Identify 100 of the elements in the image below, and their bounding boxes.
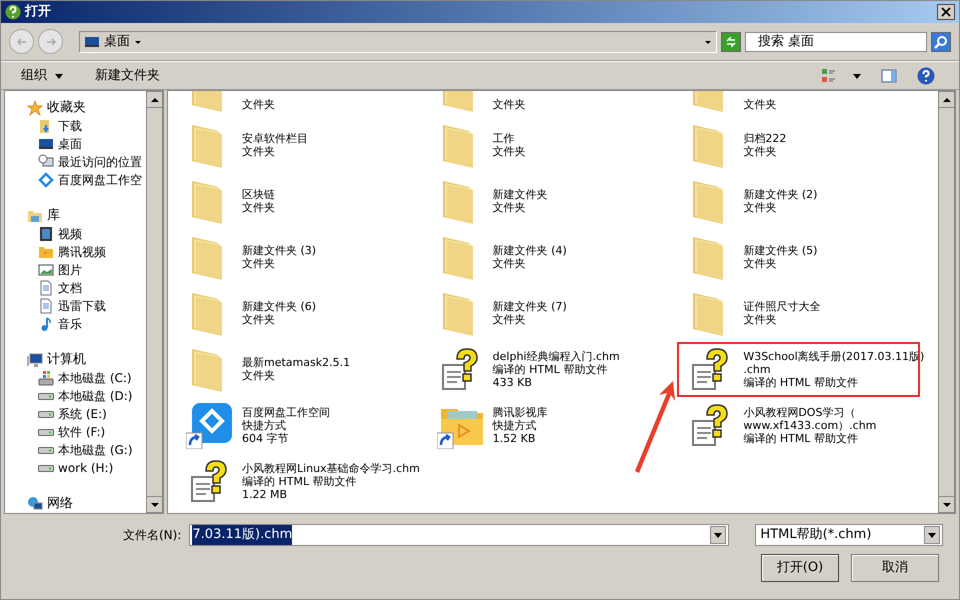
content-scrollbar[interactable] <box>938 91 955 513</box>
file-text: 文件夹 <box>242 201 275 214</box>
down-arrow-icon[interactable] <box>150 500 158 508</box>
down-arrow-icon[interactable] <box>942 500 950 508</box>
file-item[interactable]: 新建文件夹 (7) 文件夹 <box>436 285 688 341</box>
help-icon[interactable] <box>917 66 935 84</box>
drive-icon <box>38 464 54 472</box>
file-item[interactable]: 文件夹 <box>436 91 688 117</box>
file-item[interactable]: 新建文件夹 (2) 文件夹 <box>687 173 938 229</box>
view-icon[interactable] <box>821 68 837 84</box>
file-item[interactable]: 新建文件夹 (6) 文件夹 <box>186 285 437 341</box>
file-text: 百度网盘工作空间 <box>242 406 330 418</box>
nav-item[interactable]: 软件 (F:) <box>27 423 146 441</box>
caret-icon[interactable] <box>714 531 722 539</box>
caret-icon[interactable] <box>928 531 936 539</box>
file-text: 文件夹 <box>743 257 778 270</box>
nav-item[interactable]: 本地磁盘 (C:) <box>27 369 146 387</box>
nav-item[interactable]: 文档 <box>27 279 146 297</box>
filename-label: 文件名(N): <box>123 527 182 544</box>
file-item[interactable]: 证件照尺寸大全 文件夹 <box>687 285 938 341</box>
up-arrow-icon[interactable] <box>150 96 158 104</box>
diamond-icon <box>38 172 54 188</box>
close-icon[interactable] <box>941 7 951 17</box>
nav-item[interactable]: 桌面 <box>27 135 146 153</box>
file-text: 编译的 HTML 帮助文件 <box>743 376 859 388</box>
address-bar[interactable]: 桌面 <box>79 30 717 52</box>
file-item[interactable]: 新建文件夹 (5) 文件夹 <box>687 229 938 285</box>
organize-button[interactable]: 组织 <box>17 66 67 86</box>
file-item[interactable]: 小风教程网DOS学习（ www.xf1433.com）.chm 编译的 HTML 帮助文件 <box>687 397 938 453</box>
file-item[interactable]: 新建文件夹 文件夹 <box>436 173 688 229</box>
file-text: 安卓软件栏目 <box>242 132 308 145</box>
nav-item[interactable]: 音乐 <box>27 315 146 333</box>
file-text: 快捷方式 <box>492 418 538 432</box>
file-text: 最新metamask2.5.1 <box>242 356 350 369</box>
file-text: www.xf1433.com）.chm <box>743 418 876 432</box>
refresh-button[interactable] <box>721 32 741 52</box>
file-text: 文件夹 <box>492 257 527 270</box>
filename-field[interactable]: 7.03.11版).chm <box>189 524 730 546</box>
file-text: 1.52 KB <box>492 432 536 444</box>
nav-item[interactable]: 图片 <box>27 261 146 279</box>
star-icon <box>27 100 43 116</box>
up-arrow-icon[interactable] <box>942 96 950 104</box>
preview-pane-icon[interactable] <box>881 68 897 84</box>
file-item[interactable]: 小风教程网Linux基础命令学习.chm 编译的 HTML 帮助文件 1.22 MB <box>186 453 437 509</box>
file-item[interactable]: 文件夹 <box>186 91 437 117</box>
search-field[interactable]: 搜索 桌面 <box>745 32 927 52</box>
nav-item[interactable]: 本地磁盘 (G:) <box>27 441 146 459</box>
navigation-scrollbar[interactable] <box>146 91 163 513</box>
file-item[interactable]: 归档222 文件夹 <box>687 117 938 173</box>
caret-icon[interactable] <box>55 72 63 80</box>
file-text: 文件夹 <box>242 369 276 382</box>
nav-item[interactable]: 最近访问的位置 <box>27 153 146 171</box>
image-icon <box>38 262 54 278</box>
film-icon <box>38 226 54 242</box>
nav-item[interactable]: 视频 <box>27 225 146 243</box>
file-item[interactable]: 新建文件夹 (4) 文件夹 <box>436 229 688 285</box>
caret-icon[interactable] <box>853 72 861 80</box>
nav-item[interactable]: 百度网盘工作空 <box>27 171 146 189</box>
file-type-dropdown[interactable]: HTML帮助(*.chm) <box>755 524 944 546</box>
app-shortcut-icon <box>186 401 234 449</box>
file-text: 1.22 MB <box>242 488 288 500</box>
file-text: 腾讯影视库 <box>492 406 548 418</box>
file-text: 文件夹 <box>242 313 276 326</box>
drive-icon <box>38 446 54 454</box>
refresh-icon[interactable] <box>725 36 737 48</box>
file-text: 编译的 HTML 帮助文件 <box>242 474 358 488</box>
file-item[interactable]: 文件夹 <box>687 91 938 117</box>
file-text: 文件夹 <box>242 257 276 270</box>
file-text: 新建文件夹 (2) <box>743 188 818 201</box>
nav-group[interactable]: 计算机 <box>27 351 146 369</box>
file-text: 604 字节 <box>242 432 290 444</box>
nav-item[interactable]: 迅雷下载 <box>27 297 146 315</box>
file-item[interactable]: 最新metamask2.5.1 文件夹 <box>186 341 437 397</box>
nav-group[interactable]: 网络 <box>27 495 146 513</box>
file-text: 文件夹 <box>492 201 527 214</box>
new-folder-button[interactable]: 新建文件夹 <box>91 66 164 86</box>
file-item[interactable]: 腾讯影视库 快捷方式 1.52 KB <box>436 397 688 453</box>
file-item[interactable]: delphi经典编程入门.chm 编译的 HTML 帮助文件 433 KB <box>436 341 688 397</box>
file-text: 文件夹 <box>492 145 526 158</box>
file-item[interactable]: 新建文件夹 (3) 文件夹 <box>186 229 437 285</box>
file-text: 工作 <box>492 132 516 145</box>
close-button[interactable] <box>937 4 955 20</box>
open-button[interactable]: 打开(O) <box>761 554 839 582</box>
file-text: 编译的 HTML 帮助文件 <box>743 432 859 444</box>
nav-group[interactable]: 库 <box>27 207 146 225</box>
file-text: 小风教程网Linux基础命令学习.chm <box>242 462 420 474</box>
nav-item[interactable]: work (H:) <box>27 459 146 477</box>
nav-item[interactable]: 下载 <box>27 117 146 135</box>
nav-group[interactable]: 收藏夹 <box>27 99 146 117</box>
nav-item[interactable]: 本地磁盘 (D:) <box>27 387 146 405</box>
file-text: 归档222 <box>743 132 786 145</box>
file-item[interactable]: 区块链 文件夹 <box>186 173 437 229</box>
nav-item[interactable]: 系统 (E:) <box>27 405 146 423</box>
drive-windows-icon <box>38 370 54 386</box>
cancel-button[interactable]: 取消 <box>851 554 939 582</box>
file-item[interactable]: 百度网盘工作空间 快捷方式 604 字节 <box>186 397 437 453</box>
file-text: 新建文件夹 <box>492 188 548 201</box>
file-item[interactable]: 工作 文件夹 <box>436 117 688 173</box>
nav-item[interactable]: 腾讯视频 <box>27 243 146 261</box>
file-item[interactable]: 安卓软件栏目 文件夹 <box>186 117 437 173</box>
